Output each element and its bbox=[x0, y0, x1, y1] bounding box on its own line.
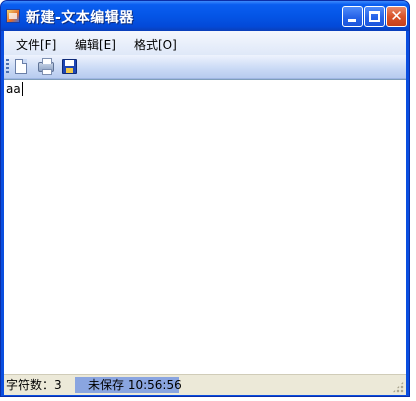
new-document-button[interactable] bbox=[12, 58, 30, 76]
save-status: 未保存 10:56:56 bbox=[75, 377, 182, 393]
resize-grip-icon[interactable] bbox=[392, 381, 404, 393]
minimize-button[interactable] bbox=[342, 6, 363, 27]
minimize-icon bbox=[348, 19, 356, 22]
maximize-icon bbox=[369, 11, 380, 22]
window-title: 新建-文本编辑器 bbox=[26, 10, 134, 26]
close-icon: ✕ bbox=[390, 7, 403, 25]
text-caret bbox=[21, 82, 23, 96]
maximize-button[interactable] bbox=[364, 6, 385, 27]
char-count-status: 字符数：3 bbox=[5, 377, 76, 393]
app-window: 新建-文本编辑器 ✕ 文件[F] 编辑[E] 格式[O] aa 字符数：3 未保… bbox=[0, 0, 410, 397]
menu-edit[interactable]: 编辑[E] bbox=[75, 36, 116, 53]
toolbar bbox=[4, 55, 406, 79]
save-icon bbox=[62, 59, 77, 74]
menu-format[interactable]: 格式[O] bbox=[134, 36, 177, 53]
editor-text: aa bbox=[6, 82, 21, 96]
menu-bar: 文件[F] 编辑[E] 格式[O] bbox=[4, 31, 406, 55]
print-button[interactable] bbox=[37, 58, 55, 76]
save-button[interactable] bbox=[60, 58, 78, 76]
toolbar-grip-handle[interactable] bbox=[6, 59, 9, 75]
app-icon[interactable] bbox=[6, 9, 20, 23]
print-icon bbox=[38, 58, 54, 75]
client-area: 文件[F] 编辑[E] 格式[O] aa 字符数：3 未保存 10:56:56 bbox=[4, 31, 406, 395]
new-document-icon bbox=[15, 59, 27, 74]
menu-file[interactable]: 文件[F] bbox=[16, 36, 56, 53]
status-bar: 字符数：3 未保存 10:56:56 bbox=[4, 374, 406, 395]
text-editor-area[interactable]: aa bbox=[4, 79, 406, 374]
editor-content: aa bbox=[6, 82, 23, 96]
title-bar[interactable]: 新建-文本编辑器 ✕ bbox=[1, 1, 409, 31]
close-button[interactable]: ✕ bbox=[386, 6, 407, 27]
